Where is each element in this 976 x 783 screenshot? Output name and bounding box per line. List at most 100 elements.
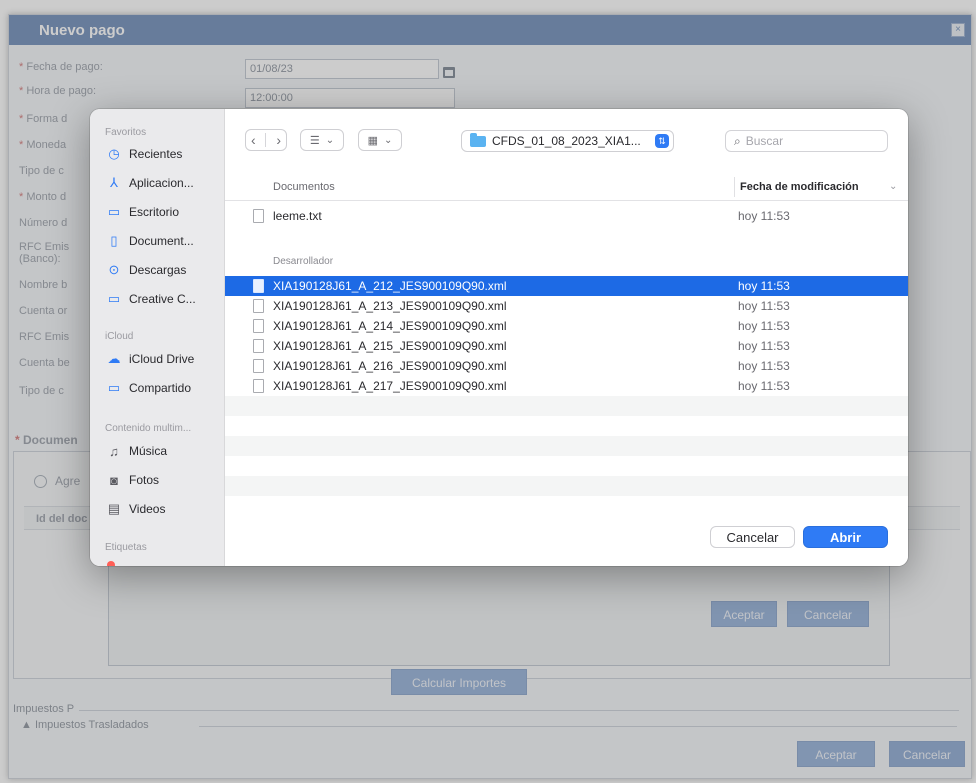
sidebar-item-label: Creative C... [129, 292, 196, 306]
header-divider [225, 200, 908, 201]
sidebar-item-label: Document... [129, 234, 194, 248]
sidebar-item-label: Escritorio [129, 205, 180, 219]
tag-red-dot[interactable] [107, 561, 115, 566]
list-view-button[interactable]: ☰ ⌄ [300, 129, 344, 151]
path-popup[interactable]: CFDS_01_08_2023_XIA1... ⇅ [461, 130, 674, 152]
sidebar-item[interactable]: ▭ Creative C... [105, 289, 196, 309]
favorites-section-label: Favoritos [105, 127, 147, 138]
download-icon: ⊙ [108, 262, 120, 277]
column-divider [734, 177, 735, 197]
search-field[interactable]: ⌕ [725, 130, 888, 152]
file-open-dialog: Favoritos ◷ Recientes ⅄ Aplicacion... ▭ Escri… [90, 109, 908, 566]
group-view-button[interactable]: ▦ ⌄ [358, 129, 402, 151]
chevron-down-icon: ⌄ [384, 134, 393, 146]
document-icon: ▯ [110, 233, 118, 248]
folder-icon: ▭ [107, 291, 121, 306]
tags-section-label: Etiquetas [105, 542, 147, 553]
nav-buttons: ‹ › [245, 129, 287, 151]
group-header: Desarrollador [273, 256, 334, 267]
nav-separator [265, 133, 267, 147]
apps-icon: ⅄ [110, 175, 118, 190]
sidebar-item-label: Aplicacion... [129, 176, 194, 190]
sidebar-item-label: iCloud Drive [129, 352, 195, 366]
sidebar-item-label: Música [129, 444, 168, 458]
grid-view-icon: ▦ [367, 134, 378, 147]
sidebar-item[interactable]: ◙ Fotos [105, 470, 159, 490]
file-row[interactable]: XIA190128J61_A_214_JES900109Q90.xml hoy 1… [225, 316, 908, 336]
shared-folder-icon: ▭ [107, 380, 121, 395]
sidebar-item[interactable]: ▭ Compartido [105, 378, 191, 398]
folder-icon [470, 132, 486, 147]
finder-main: ‹ › ☰ ⌄ ▦ ⌄ CFDS_01_08_2023_XIA1... ⇅ ⌕ [225, 109, 908, 566]
sort-chevron-icon[interactable]: ⌄ [889, 181, 897, 192]
media-section-label: Contenido multim... [105, 423, 192, 434]
desktop-icon: ▭ [107, 204, 121, 219]
file-icon [253, 319, 264, 333]
file-icon [253, 209, 264, 223]
file-name: XIA190128J61_A_217_JES900109Q90.xml [273, 379, 507, 393]
cloud-icon: ☁ [107, 351, 121, 366]
file-name: XIA190128J61_A_215_JES900109Q90.xml [273, 339, 507, 353]
file-icon [253, 279, 264, 293]
sidebar-item[interactable]: ☁ iCloud Drive [105, 349, 195, 369]
cancel-button[interactable]: Cancelar [710, 526, 795, 548]
file-icon [253, 379, 264, 393]
file-icon [253, 339, 264, 353]
open-button[interactable]: Abrir [803, 526, 888, 548]
file-row[interactable]: XIA190128J61_A_213_JES900109Q90.xml hoy 1… [225, 296, 908, 316]
file-date: hoy 11:53 [738, 209, 790, 223]
music-icon: ♫ [109, 443, 119, 459]
sidebar-item[interactable]: ▭ Escritorio [105, 202, 179, 222]
finder-sidebar: Favoritos ◷ Recientes ⅄ Aplicacion... ▭ Escri… [90, 109, 225, 566]
empty-row [225, 476, 908, 496]
list-view-icon: ☰ [309, 134, 320, 147]
sidebar-item[interactable]: ⅄ Aplicacion... [105, 173, 194, 193]
updown-arrows-icon: ⇅ [655, 134, 669, 148]
forward-icon[interactable]: › [276, 132, 281, 148]
sidebar-item[interactable]: ▯ Document... [105, 231, 194, 251]
file-name: XIA190128J61_A_213_JES900109Q90.xml [273, 299, 507, 313]
icloud-section-label: iCloud [105, 331, 134, 342]
sidebar-item-label: Videos [129, 502, 166, 516]
file-date: hoy 11:53 [738, 339, 790, 353]
search-icon: ⌕ [734, 133, 741, 148]
file-icon [253, 299, 264, 313]
file-row[interactable]: leeme.txt hoy 11:53 [225, 206, 908, 226]
file-date: hoy 11:53 [738, 299, 790, 313]
chevron-down-icon: ⌄ [325, 134, 335, 146]
file-icon [253, 359, 264, 373]
file-name: XIA190128J61_A_216_JES900109Q90.xml [273, 359, 507, 373]
column-header-date[interactable]: Fecha de modificación [740, 174, 890, 200]
empty-row [225, 456, 908, 476]
sidebar-item[interactable]: ▤ Videos [105, 499, 166, 519]
sidebar-item-label: Descargas [129, 263, 187, 277]
file-name: XIA190128J61_A_214_JES900109Q90.xml [273, 319, 507, 333]
sidebar-item-label: Recientes [129, 147, 183, 161]
file-row[interactable]: XIA190128J61_A_217_JES900109Q90.xml hoy 1… [225, 376, 908, 396]
search-input[interactable] [745, 134, 866, 148]
clock-icon: ◷ [108, 146, 120, 161]
sidebar-item[interactable]: ⊙ Descargas [105, 260, 187, 280]
file-row[interactable]: XIA190128J61_A_212_JES900109Q90.xml hoy 1… [225, 276, 908, 296]
sidebar-item[interactable]: ♫ Música [105, 441, 167, 461]
file-name: leeme.txt [273, 209, 322, 223]
empty-row [225, 436, 908, 456]
file-name: XIA190128J61_A_212_JES900109Q90.xml [273, 279, 507, 293]
file-date: hoy 11:53 [738, 319, 790, 333]
camera-icon: ◙ [110, 472, 118, 488]
file-date: hoy 11:53 [738, 279, 790, 293]
empty-row [225, 416, 908, 436]
sidebar-item-label: Compartido [129, 381, 192, 395]
sidebar-item-label: Fotos [129, 473, 160, 487]
file-date: hoy 11:53 [738, 379, 790, 393]
film-icon: ▤ [107, 501, 121, 516]
sidebar-item[interactable]: ◷ Recientes [105, 144, 182, 164]
file-date: hoy 11:53 [738, 359, 790, 373]
back-icon[interactable]: ‹ [251, 132, 256, 148]
file-row[interactable]: XIA190128J61_A_216_JES900109Q90.xml hoy 1… [225, 356, 908, 376]
screen: Nuevo pago × * Fecha de pago: * Hora de p… [0, 0, 976, 783]
file-row[interactable]: XIA190128J61_A_215_JES900109Q90.xml hoy 1… [225, 336, 908, 356]
empty-row [225, 396, 908, 416]
column-header-name[interactable]: Documentos [273, 174, 673, 200]
path-label: CFDS_01_08_2023_XIA1... [492, 134, 641, 148]
